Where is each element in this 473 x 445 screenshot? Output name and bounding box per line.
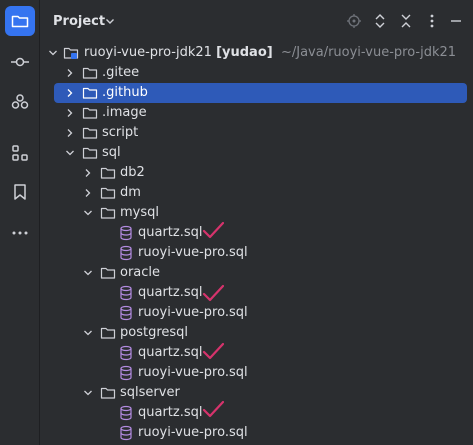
tree-item-sqlserver-quartz-sql[interactable]: quartz.sql: [54, 400, 467, 423]
database-file-icon: [118, 245, 134, 261]
database-file-icon: [118, 305, 134, 321]
tree-item-script[interactable]: script: [54, 123, 467, 143]
tree-item-mysql[interactable]: mysql: [54, 203, 467, 223]
checkmark-icon: [202, 341, 225, 361]
module-folder-icon: [63, 45, 79, 61]
tree-item-db2[interactable]: db2: [54, 163, 467, 183]
tree-item-mysql-quartz-sql[interactable]: quartz.sql: [54, 220, 467, 243]
tree-item-label: .image: [102, 105, 147, 120]
chevron-right-icon[interactable]: [64, 67, 76, 79]
tree-item-label: quartz.sql: [138, 345, 203, 360]
plugins-icon[interactable]: [5, 87, 35, 117]
folder-icon: [100, 385, 116, 401]
tree-item-label: script: [102, 125, 139, 140]
folder-icon: [82, 85, 98, 101]
checkmark-icon: [202, 220, 225, 240]
options-icon[interactable]: [423, 12, 441, 30]
hide-icon[interactable]: [447, 12, 465, 30]
tree-item-label: mysql: [120, 205, 159, 220]
folder-icon: [82, 105, 98, 121]
tree-item-label: ruoyi-vue-pro.sql: [138, 425, 248, 440]
folder-icon: [100, 205, 116, 221]
tree-item-label: .gitee: [102, 65, 140, 80]
tree-item-oracle-ruoyi-sql[interactable]: ruoyi-vue-pro.sql: [54, 303, 467, 323]
chevron-right-icon[interactable]: [64, 127, 76, 139]
tree-item-label: sqlserver: [120, 385, 180, 400]
chevron-down-icon[interactable]: [104, 15, 116, 31]
project-icon[interactable]: [5, 6, 35, 36]
tree-item-label: postgresql: [120, 325, 189, 340]
panel-title[interactable]: Project: [53, 14, 105, 29]
tree-item-oracle-quartz-sql[interactable]: quartz.sql: [54, 283, 467, 303]
expand-all-icon[interactable]: [371, 12, 389, 30]
folder-icon: [82, 145, 98, 161]
tree-item-sqlserver[interactable]: sqlserver: [54, 383, 467, 403]
folder-icon: [100, 185, 116, 201]
tree-item-label: oracle: [120, 265, 161, 280]
chevron-down-icon[interactable]: [82, 387, 94, 399]
locate-icon[interactable]: [345, 12, 363, 30]
tree-item-label: sql: [102, 145, 121, 160]
tree-item-sql[interactable]: sql: [54, 143, 467, 163]
tree-item-label: ruoyi-vue-pro.sql: [138, 365, 248, 380]
commit-icon[interactable]: [5, 47, 35, 77]
folder-icon: [82, 65, 98, 81]
tree-item-image[interactable]: .image: [54, 103, 467, 123]
tree-item-gitee[interactable]: .gitee: [54, 63, 467, 83]
root-path: ~/Java/ruoyi-vue-pro-jdk21: [280, 45, 457, 60]
tree-item-label: ruoyi-vue-pro.sql: [138, 305, 248, 320]
database-file-icon: [118, 405, 134, 421]
chevron-right-icon[interactable]: [64, 87, 76, 99]
tree-root[interactable]: ruoyi-vue-pro-jdk21 [yudao] ~/Java/ruoyi…: [49, 43, 467, 63]
folder-icon: [100, 325, 116, 341]
tree-item-label: dm: [120, 185, 141, 200]
root-name: ruoyi-vue-pro-jdk21: [84, 45, 212, 60]
tree-item-label: .github: [102, 85, 148, 100]
tree-item-postgresql[interactable]: postgresql: [54, 323, 467, 343]
chevron-down-icon[interactable]: [82, 207, 94, 219]
tree-item-label: quartz.sql: [138, 285, 203, 300]
folder-icon: [100, 265, 116, 281]
tree-item-sqlserver-ruoyi-sql[interactable]: ruoyi-vue-pro.sql: [54, 423, 467, 443]
tree-item-label: db2: [120, 165, 145, 180]
chevron-right-icon[interactable]: [64, 107, 76, 119]
chevron-right-icon[interactable]: [82, 187, 94, 199]
database-file-icon: [118, 345, 134, 361]
tool-window-strip: [0, 0, 40, 445]
chevron-down-icon[interactable]: [64, 147, 76, 159]
tree-item-postgresql-quartz-sql[interactable]: quartz.sql: [54, 341, 467, 363]
more-icon[interactable]: [5, 218, 35, 248]
chevron-down-icon[interactable]: [82, 327, 94, 339]
tree-item-github[interactable]: .github: [54, 83, 467, 103]
checkmark-icon: [202, 283, 225, 303]
folder-icon: [82, 125, 98, 141]
database-file-icon: [118, 285, 134, 301]
project-header: Project: [40, 0, 473, 42]
module-name: [yudao]: [216, 45, 273, 60]
collapse-all-icon[interactable]: [397, 12, 415, 30]
tree-item-postgresql-ruoyi-sql[interactable]: ruoyi-vue-pro.sql: [54, 363, 467, 383]
tree-item-label: ruoyi-vue-pro.sql: [138, 245, 248, 260]
chevron-right-icon[interactable]: [82, 167, 94, 179]
database-file-icon: [118, 225, 134, 241]
bookmarks-icon[interactable]: [5, 177, 35, 207]
folder-icon: [100, 165, 116, 181]
tree-item-mysql-ruoyi-sql[interactable]: ruoyi-vue-pro.sql: [54, 243, 467, 263]
tree-item-dm[interactable]: dm: [54, 183, 467, 203]
chevron-down-icon[interactable]: [82, 267, 94, 279]
tree-item-oracle[interactable]: oracle: [54, 263, 467, 283]
structure-icon[interactable]: [5, 138, 35, 168]
checkmark-icon: [202, 399, 225, 419]
tree-item-label: quartz.sql: [138, 225, 203, 240]
chevron-down-icon[interactable]: [47, 47, 59, 59]
tree-item-label: quartz.sql: [138, 405, 203, 420]
database-file-icon: [118, 425, 134, 441]
database-file-icon: [118, 365, 134, 381]
